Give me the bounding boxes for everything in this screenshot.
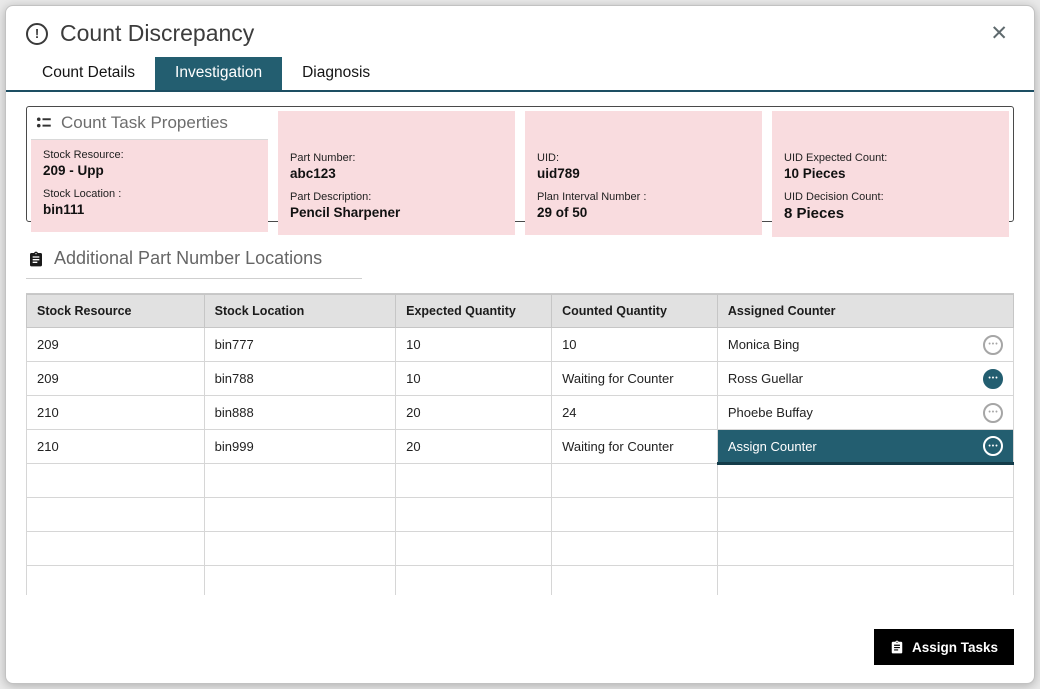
count-discrepancy-dialog: Count Discrepancy ✕ Count Details Invest… [5,5,1035,684]
dialog-body: Count Task Properties Stock Resource: 20… [6,92,1034,615]
assign-tasks-button[interactable]: Assign Tasks [874,629,1014,665]
col-header-stock-location: Stock Location [204,295,395,328]
cell-stock-resource: 209 [27,362,205,396]
col-header-counted-quantity: Counted Quantity [552,295,718,328]
assigned-counter-cell[interactable]: Phoebe Buffay [717,396,1013,430]
properties-title-row: Count Task Properties [31,111,268,140]
tab-investigation[interactable]: Investigation [155,57,282,90]
cell-stock-resource: 210 [27,396,205,430]
assign-tasks-label: Assign Tasks [912,640,998,655]
properties-pink-panel: UID Expected Count: 10 Pieces UID Decisi… [772,111,1009,237]
table-row[interactable]: 210 bin999 20 Waiting for Counter Assign… [27,430,1014,464]
ellipsis-icon[interactable] [983,369,1003,389]
field-uid-expected-count: UID Expected Count: 10 Pieces [784,151,997,183]
assigned-counter-label: Phoebe Buffay [728,405,813,420]
table-row[interactable]: 209 bin777 10 10 Monica Bing [27,328,1014,362]
cell-expected-quantity: 10 [396,362,552,396]
field-part-number: Part Number: abc123 [290,151,503,183]
cell-expected-quantity: 20 [396,430,552,464]
field-part-description: Part Description: Pencil Sharpener [290,190,503,222]
ellipsis-icon[interactable] [983,403,1003,423]
list-icon [35,114,53,132]
table-header-row: Stock Resource Stock Location Expected Q… [27,295,1014,328]
count-task-properties-panel: Count Task Properties Stock Resource: 20… [26,106,1014,222]
col-header-assigned-counter: Assigned Counter [717,295,1013,328]
field-uid: UID: uid789 [537,151,750,183]
table-row-empty[interactable] [27,498,1014,532]
locations-section-title: Additional Part Number Locations [54,248,322,269]
assigned-counter-label: Ross Guellar [728,371,803,386]
clipboard-icon [890,639,904,655]
cell-stock-resource: 210 [27,430,205,464]
properties-column-3: UID: uid789 Plan Interval Number : 29 of… [525,111,762,217]
dialog-title: Count Discrepancy [60,20,984,47]
table-row-empty[interactable] [27,464,1014,498]
locations-table: Stock Resource Stock Location Expected Q… [26,293,1014,595]
properties-section-title: Count Task Properties [61,113,228,133]
properties-pink-panel: UID: uid789 Plan Interval Number : 29 of… [525,111,762,235]
properties-column-4: UID Expected Count: 10 Pieces UID Decisi… [772,111,1009,217]
table-row-empty[interactable] [27,566,1014,596]
cell-counted-quantity: Waiting for Counter [552,362,718,396]
cell-counted-quantity: 10 [552,328,718,362]
col-header-stock-resource: Stock Resource [27,295,205,328]
assigned-counter-cell[interactable]: Monica Bing [717,328,1013,362]
field-stock-resource: Stock Resource: 209 - Upp [43,148,256,180]
locations-table-body: 209 bin777 10 10 Monica Bing 209 bin788 … [27,328,1014,596]
cell-expected-quantity: 20 [396,396,552,430]
dialog-header: Count Discrepancy ✕ [6,6,1034,57]
cell-stock-resource: 209 [27,328,205,362]
dialog-footer: Assign Tasks [6,615,1034,683]
ellipsis-icon[interactable] [983,436,1003,456]
tab-diagnosis[interactable]: Diagnosis [282,57,390,90]
cell-stock-location: bin999 [204,430,395,464]
cell-expected-quantity: 10 [396,328,552,362]
col-header-expected-quantity: Expected Quantity [396,295,552,328]
field-plan-interval-number: Plan Interval Number : 29 of 50 [537,190,750,222]
properties-pink-panel: Stock Resource: 209 - Upp Stock Location… [31,140,268,232]
tab-bar: Count Details Investigation Diagnosis [6,57,1034,92]
locations-section-header: Additional Part Number Locations [26,248,362,279]
table-row[interactable]: 210 bin888 20 24 Phoebe Buffay [27,396,1014,430]
assigned-counter-label: Monica Bing [728,337,800,352]
properties-pink-panel: Part Number: abc123 Part Description: Pe… [278,111,515,235]
alert-circle-icon [26,23,48,45]
field-stock-location: Stock Location : bin111 [43,187,256,219]
tab-count-details[interactable]: Count Details [22,57,155,90]
cell-stock-location: bin888 [204,396,395,430]
table-row[interactable]: 209 bin788 10 Waiting for Counter Ross G… [27,362,1014,396]
cell-stock-location: bin788 [204,362,395,396]
close-icon[interactable]: ✕ [984,21,1014,46]
properties-column-1: Count Task Properties Stock Resource: 20… [31,111,268,217]
field-uid-decision-count: UID Decision Count: 8 Pieces [784,190,997,224]
assigned-counter-cell[interactable]: Assign Counter [717,430,1013,464]
ellipsis-icon[interactable] [983,335,1003,355]
clipboard-icon [28,250,44,268]
assigned-counter-cell[interactable]: Ross Guellar [717,362,1013,396]
cell-counted-quantity: Waiting for Counter [552,430,718,464]
cell-counted-quantity: 24 [552,396,718,430]
cell-stock-location: bin777 [204,328,395,362]
assigned-counter-label: Assign Counter [728,439,817,454]
table-row-empty[interactable] [27,532,1014,566]
properties-column-2: Part Number: abc123 Part Description: Pe… [278,111,515,217]
